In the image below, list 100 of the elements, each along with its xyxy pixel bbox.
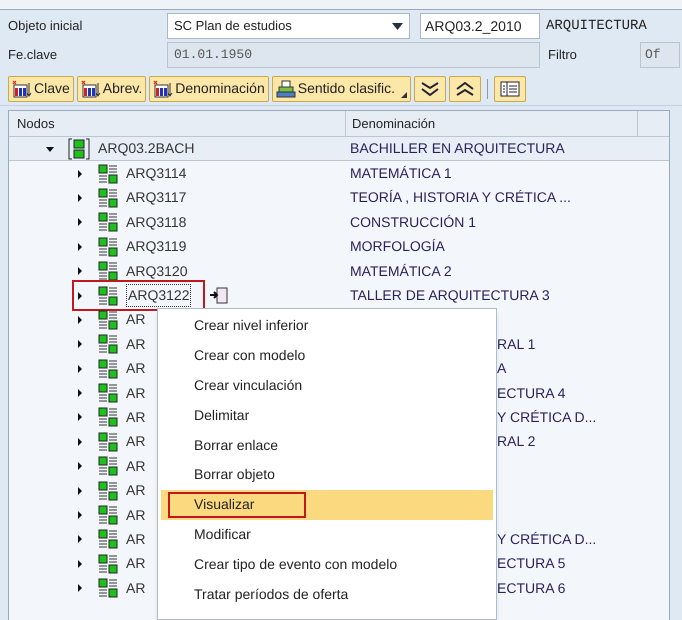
field-label: Fe.clave <box>8 46 58 64</box>
context-menu-item[interactable]: Borrar enlace <box>161 430 493 460</box>
node-code[interactable]: ARQ3118 <box>126 212 186 233</box>
field-label: Objeto inicial <box>8 17 84 36</box>
sort-button[interactable]: Abrev. <box>76 76 146 102</box>
context-menu-item[interactable]: Delimitar <box>161 400 493 430</box>
context-menu-item[interactable]: Crear nivel inferior <box>161 311 493 341</box>
node-code[interactable]: ARQ3117 <box>126 187 186 208</box>
node-description: RAL 1 <box>497 336 536 352</box>
node-code[interactable]: ARQ3120 <box>126 260 188 282</box>
column-header[interactable]: Denominación <box>346 111 638 136</box>
context-menu-item[interactable]: Tratar períodos de oferta <box>161 579 493 609</box>
node-code[interactable]: AR <box>126 528 146 550</box>
expand-arrow-icon[interactable] <box>76 510 84 520</box>
expand-arrow-icon[interactable] <box>76 266 84 276</box>
context-menu-item[interactable]: Crear con modelo <box>161 340 493 371</box>
collapse-all-button[interactable] <box>449 76 482 102</box>
node-description: MATEMÁTICA 2 <box>350 262 452 279</box>
node-code[interactable]: AR <box>126 382 146 404</box>
filter-field: Of <box>640 42 680 68</box>
expand-arrow-icon[interactable] <box>76 461 84 472</box>
expand-all-icon <box>420 80 440 96</box>
expand-arrow-icon[interactable] <box>76 192 84 203</box>
sort-button[interactable]: Denominación <box>149 76 269 102</box>
course-node-icon <box>98 456 118 476</box>
expand-arrow-icon[interactable] <box>76 534 84 544</box>
sort-button[interactable]: Clave <box>8 76 74 102</box>
node-code[interactable]: ARQ03.2BACH <box>98 138 194 160</box>
dropdown-caret-icon <box>392 22 403 30</box>
node-code[interactable]: AR <box>126 358 146 380</box>
expand-arrow-icon[interactable] <box>76 412 84 422</box>
node-code[interactable]: AR <box>126 406 146 428</box>
node-description: ECTURA 6 <box>497 580 566 596</box>
expand-arrow-icon[interactable] <box>76 290 84 301</box>
node-description: A <box>497 360 506 376</box>
object-name-text: ARQUITECTURA <box>546 16 647 36</box>
expand-arrow-icon[interactable] <box>76 486 84 496</box>
expand-arrow-icon[interactable] <box>76 558 84 569</box>
course-node-icon <box>98 505 118 526</box>
course-node-icon <box>98 432 118 452</box>
expand-arrow-icon[interactable] <box>76 314 84 325</box>
context-menu-item[interactable]: Crear vinculación <box>161 370 493 400</box>
node-description: MORFOLOGÍA <box>350 238 445 254</box>
node-description: MATEMÁTICA 1 <box>350 165 452 182</box>
node-code[interactable]: AR <box>126 309 146 330</box>
expand-arrow-icon[interactable] <box>76 339 84 350</box>
expand-arrow-icon[interactable] <box>76 388 84 398</box>
key-date-field: 01.01.1950 <box>167 42 540 68</box>
node-code[interactable]: ARQ3119 <box>126 236 186 258</box>
node-description: Y CRÉTICA D... <box>497 530 596 547</box>
course-node-icon <box>98 334 118 354</box>
node-code[interactable]: AR <box>126 504 146 526</box>
expand-arrow-icon[interactable] <box>76 168 84 179</box>
context-menu-item[interactable]: Borrar objeto <box>161 460 493 490</box>
node-code[interactable]: AR <box>126 334 146 355</box>
sort-direction-button[interactable]: Sentido clasific. <box>272 76 412 102</box>
node-description: RAL 2 <box>497 433 536 450</box>
stacked-tray-icon <box>276 80 296 98</box>
course-node-icon <box>98 286 118 306</box>
expand-arrow-icon[interactable] <box>76 242 84 252</box>
course-node-icon <box>98 188 118 208</box>
node-description: ECTURA 5 <box>497 555 566 572</box>
node-code[interactable]: AR <box>126 431 146 452</box>
expand-arrow-icon[interactable] <box>76 217 84 228</box>
course-node-icon <box>98 578 118 598</box>
course-node-icon <box>98 480 118 501</box>
node-description: TEORÍA , HISTORIA Y CRÉTICA ... <box>350 189 571 206</box>
node-description: ECTURA 4 <box>497 384 566 401</box>
context-menu-item[interactable]: Modificar <box>161 520 493 550</box>
node-description: BACHILLER EN ARQUITECTURA <box>350 140 565 156</box>
node-code[interactable]: AR <box>126 480 146 502</box>
corner-arrow-icon <box>401 92 408 98</box>
node-code[interactable]: ARQ3122 <box>126 284 192 308</box>
course-node-icon <box>98 261 118 282</box>
expand-arrow-icon[interactable] <box>76 364 84 374</box>
drag-document-icon <box>209 286 230 305</box>
expand-arrow-icon[interactable] <box>76 583 84 594</box>
node-description: Y CRÉTICA D... <box>497 408 596 425</box>
field-label: Filtro <box>548 46 578 64</box>
node-code[interactable]: ARQ3114 <box>126 163 186 184</box>
layout-button[interactable] <box>494 76 526 102</box>
course-node-icon <box>98 212 118 232</box>
object-type-dropdown[interactable]: SC Plan de estudios <box>167 13 410 39</box>
node-code[interactable]: AR <box>126 456 146 477</box>
table-sort-icon <box>12 80 32 98</box>
node-description: CONSTRUCCIÓN 1 <box>350 214 476 230</box>
context-menu-item[interactable]: Visualizar <box>161 490 493 520</box>
table-sort-icon <box>153 80 174 98</box>
expand-arrow-icon[interactable] <box>76 436 84 447</box>
column-header[interactable]: Nodos <box>9 111 346 136</box>
table-sort-icon <box>80 80 101 98</box>
expand-all-button[interactable] <box>414 76 446 102</box>
object-id-field[interactable]: ARQ03.2_2010 <box>420 13 540 39</box>
context-menu-item[interactable]: Crear tipo de evento con modelo <box>161 549 493 580</box>
node-code[interactable]: AR <box>126 578 146 599</box>
course-node-icon <box>98 358 118 379</box>
course-node-icon <box>98 164 118 184</box>
collapse-all-icon <box>455 80 476 96</box>
course-node-icon <box>98 407 118 428</box>
node-code[interactable]: AR <box>126 553 146 574</box>
